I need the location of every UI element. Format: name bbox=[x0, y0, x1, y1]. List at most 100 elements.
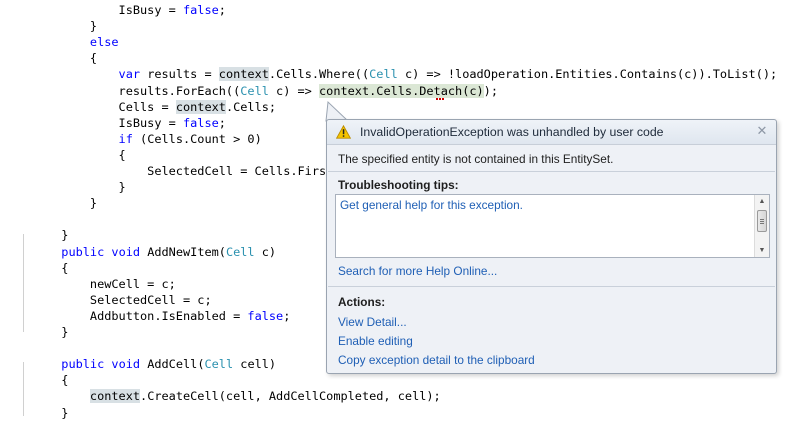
exception-title: InvalidOperationException was unhandled … bbox=[360, 125, 664, 139]
code-line: SelectedCell = Cells.First(); bbox=[4, 163, 355, 179]
code-token: void bbox=[111, 244, 141, 259]
code-token: ; bbox=[218, 115, 226, 130]
scroll-thumb[interactable] bbox=[757, 210, 767, 232]
code-token: } bbox=[4, 228, 69, 243]
code-token: false bbox=[247, 308, 284, 323]
code-token: results = bbox=[140, 67, 219, 82]
code-line: SelectedCell = c; bbox=[4, 292, 212, 308]
code-token: IsBusy = bbox=[118, 3, 183, 17]
code-line: Cells = context.Cells; bbox=[4, 99, 276, 115]
code-line: { bbox=[4, 147, 126, 163]
code-token: Cell bbox=[369, 67, 398, 82]
code-line: { bbox=[4, 372, 68, 388]
code-line: newCell = c; bbox=[4, 276, 176, 292]
code-token: AddNewItem( bbox=[140, 244, 226, 259]
exception-message: The specified entity is not contained in… bbox=[338, 152, 614, 166]
code-token: c) => bbox=[268, 83, 320, 98]
divider bbox=[328, 171, 775, 172]
code-token: c) => !loadOperation.Entities.Contains(c… bbox=[397, 67, 778, 82]
enable-editing-link[interactable]: Enable editing bbox=[338, 334, 413, 348]
view-detail-link[interactable]: View Detail... bbox=[338, 315, 407, 329]
grip-line bbox=[760, 223, 764, 224]
code-token: AddCell( bbox=[140, 357, 205, 372]
code-token: } bbox=[4, 405, 69, 420]
grip-line bbox=[760, 219, 764, 220]
code-token: { bbox=[4, 51, 98, 66]
code-line: results.ForEach((Cell c) => context.Cell… bbox=[4, 83, 498, 99]
divider bbox=[328, 286, 775, 287]
code-line: IsBusy = false; bbox=[4, 115, 226, 131]
actions-heading: Actions: bbox=[338, 295, 386, 309]
code-token: IsBusy = bbox=[118, 115, 183, 130]
code-line: public void AddNewItem(Cell c) bbox=[4, 244, 276, 260]
code-token: false bbox=[182, 115, 219, 130]
copy-exception-detail-link[interactable]: Copy exception detail to the clipboard bbox=[338, 353, 535, 367]
code-line: context.CreateCell(cell, AddCellComplete… bbox=[4, 388, 441, 404]
code-token: context bbox=[175, 99, 226, 114]
popup-header: InvalidOperationException was unhandled … bbox=[327, 120, 776, 145]
code-token: results.ForEach(( bbox=[118, 83, 241, 98]
scroll-up-arrow-icon[interactable]: ▲ bbox=[755, 195, 769, 208]
code-token: .Cells.Where(( bbox=[268, 67, 370, 82]
code-line: if (Cells.Count > 0) bbox=[4, 131, 262, 147]
code-line: var results = context.Cells.Where((Cell … bbox=[4, 66, 777, 82]
code-token: public bbox=[61, 244, 105, 259]
troubleshooting-tips-list[interactable]: Get general help for this exception. ▲ ▼ bbox=[335, 194, 770, 258]
troubleshooting-heading: Troubleshooting tips: bbox=[338, 178, 459, 192]
code-token: .CreateCell(cell, AddCellCompleted, cell… bbox=[140, 389, 441, 404]
tip-link-general-help[interactable]: Get general help for this exception. bbox=[340, 198, 523, 212]
error-squiggle bbox=[436, 97, 444, 100]
code-line: { bbox=[4, 50, 97, 66]
code-token: var bbox=[118, 67, 141, 82]
code-token: Cells = bbox=[118, 99, 176, 114]
code-token: { bbox=[4, 260, 69, 275]
code-token: } bbox=[4, 325, 69, 339]
code-token: context bbox=[218, 67, 269, 82]
code-token: if bbox=[118, 131, 133, 146]
code-line: } bbox=[4, 179, 126, 195]
code-token: Cell bbox=[204, 357, 234, 372]
code-token: } bbox=[4, 19, 98, 34]
code-line: Addbutton.IsEnabled = false; bbox=[4, 308, 290, 324]
scroll-down-arrow-icon[interactable]: ▼ bbox=[755, 244, 769, 257]
code-token: c) bbox=[254, 244, 277, 259]
code-token: public bbox=[61, 357, 105, 372]
search-help-online-link[interactable]: Search for more Help Online... bbox=[338, 264, 497, 278]
code-token: ; bbox=[218, 3, 226, 17]
code-token: SelectedCell = c; bbox=[4, 292, 212, 307]
code-line: } bbox=[4, 195, 97, 211]
code-token: context bbox=[89, 389, 141, 404]
exception-assistant-popup: InvalidOperationException was unhandled … bbox=[326, 119, 777, 374]
code-token: } bbox=[4, 180, 126, 195]
code-token: ; bbox=[283, 308, 291, 323]
code-token: .Cells; bbox=[225, 99, 277, 114]
code-token: void bbox=[111, 357, 141, 372]
tips-scrollbar[interactable]: ▲ ▼ bbox=[754, 195, 769, 257]
code-line: } bbox=[4, 405, 68, 421]
code-token: (Cells.Count > 0) bbox=[132, 131, 262, 146]
code-line: public void AddCell(Cell cell) bbox=[4, 356, 276, 372]
code-token: SelectedCell = Cells.First(); bbox=[4, 164, 355, 178]
code-line: else bbox=[4, 34, 119, 50]
code-token: } bbox=[4, 196, 98, 211]
close-icon[interactable]: ✕ bbox=[755, 123, 769, 139]
code-token: cell) bbox=[233, 357, 277, 372]
code-token: context.Cells.Detach(c) bbox=[319, 83, 484, 98]
code-line: { bbox=[4, 260, 68, 276]
code-token: Cell bbox=[225, 244, 255, 259]
code-token: else bbox=[89, 35, 119, 50]
code-line: } bbox=[4, 18, 97, 34]
code-token: Cell bbox=[240, 83, 269, 98]
warning-triangle-icon bbox=[336, 125, 351, 139]
code-token: false bbox=[182, 3, 219, 17]
code-line: } bbox=[4, 324, 68, 340]
code-line: IsBusy = false; bbox=[4, 2, 226, 18]
